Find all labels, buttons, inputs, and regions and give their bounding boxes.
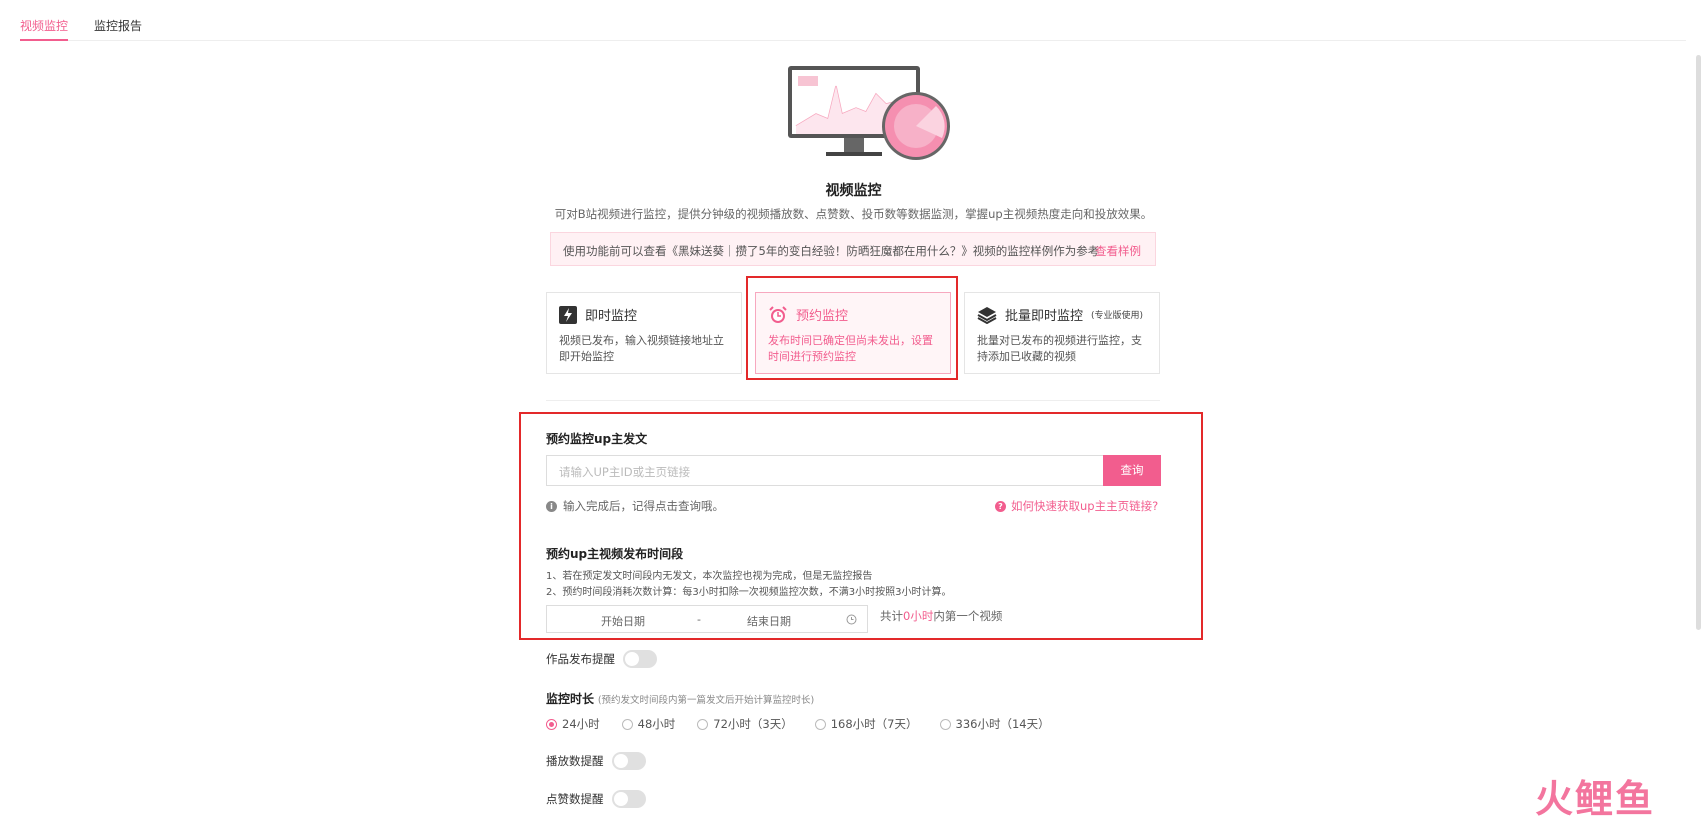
radio-label: 336小时（14天） [955,717,1050,731]
like-reminder-label: 点赞数提醒 [546,792,604,806]
rule-text-1: 1、若在预定发文时间段内无发文，本次监控也视为完成，但是无监控报告 [546,571,873,582]
radio-circle [697,718,709,730]
help-link[interactable]: ? 如何快速获取up主主页链接? [995,498,1158,514]
view-sample-link[interactable]: 查看样例 [1095,243,1141,259]
monitor-illustration [788,66,950,160]
page-description: 可对B站视频进行监控，提供分钟级的视频播放数、点赞数、投币数等数据监测，掌握up… [554,207,1153,221]
date-range-picker[interactable]: 开始日期 - 结束日期 [546,605,868,633]
notice-text: 使用功能前可以查看《黑妹送葵｜攒了5年的变白经验！防晒狂魔都在用什么？》视频的监… [563,244,1100,258]
clock-icon [846,614,857,625]
duration-label: 监控时长 [546,692,595,706]
play-reminder-row: 播放数提醒 [546,752,646,770]
mode-subtitle-batch: (专业版使用) [1091,311,1144,321]
publish-reminder-row: 作品发布提醒 [546,650,657,668]
publish-reminder-toggle[interactable] [623,650,657,668]
duration-note: (预约发文时间段内第一篇发文后开始计算监控时长) [597,695,815,706]
radio-circle [939,718,951,730]
radio-label: 168小时（7天） [830,717,918,731]
play-reminder-label: 播放数提醒 [546,754,604,768]
question-icon: ? [995,500,1006,512]
radio-circle [814,718,826,730]
scrollbar[interactable] [1696,55,1701,630]
mode-card-instant[interactable]: 即时监控 视频已发布，输入视频链接地址立即开始监控 [546,292,742,374]
end-date[interactable]: 结束日期 [747,613,791,629]
range-separator: - [697,613,701,626]
duration-options: 24小时 48小时 72小时（3天） 168小时（7天） 336小时（14天） [546,716,1072,732]
radio-label: 72小时（3天） [713,717,793,731]
up-input-label: 预约监控up主发文 [546,432,648,446]
notice-banner: 使用功能前可以查看《黑妹送葵｜攒了5年的变白经验！防晒狂魔都在用什么？》视频的监… [550,232,1156,266]
like-reminder-row: 点赞数提醒 [546,790,646,808]
radio-label: 48小时 [637,717,676,731]
help-link-text: 如何快速获取up主主页链接? [1011,499,1159,513]
duration-option-168h[interactable]: 168小时（7天） [814,716,918,732]
tab-monitor-report[interactable]: 监控报告 [94,17,142,34]
duration-label-row: 监控时长 (预约发文时间段内第一篇发文后开始计算监控时长) [546,690,814,707]
info-icon: i [546,500,557,512]
mode-title-batch: 批量即时监控 [1005,309,1084,324]
lightning-icon [559,305,577,324]
page-title: 视频监控 [825,183,882,199]
play-reminder-toggle[interactable] [611,752,646,770]
mode-desc-instant: 视频已发布，输入视频链接地址立即开始监控 [559,334,724,363]
duration-option-72h[interactable]: 72小时（3天） [697,716,793,732]
layers-icon [977,306,997,324]
tab-video-monitor[interactable]: 视频监控 [20,17,69,41]
radio-circle [621,718,633,730]
radio-circle [546,718,557,730]
radio-label: 24小时 [562,717,600,731]
query-button[interactable]: 查询 [1103,455,1161,486]
duration-option-48h[interactable]: 48小时 [621,716,676,732]
publish-reminder-label: 作品发布提醒 [546,652,615,666]
input-hint: i 输入完成后，记得点击查询哦。 [546,498,724,514]
like-reminder-toggle[interactable] [611,790,646,808]
up-input-placeholder: 请输入UP主ID或主页链接 [559,465,691,479]
mode-title-instant: 即时监控 [585,309,638,324]
input-hint-text: 输入完成后，记得点击查询哦。 [563,499,724,513]
duration-option-24h[interactable]: 24小时 [546,716,600,732]
start-date[interactable]: 开始日期 [601,613,645,629]
period-label: 预约up主视频发布时间段 [546,547,684,561]
tab-bar: 视频监控 监控报告 [20,0,1686,41]
time-count: 共计0小时内第一个视频 [880,608,1002,624]
watermark-logo: 火鲤鱼 [1535,777,1656,821]
rule-text-2: 2、预约时间段消耗次数计算：每3小时扣除一次视频监控次数，不满3小时按照3小时计… [546,587,952,598]
mode-card-batch[interactable]: 批量即时监控 (专业版使用) 批量对已发布的视频进行监控，支持添加已收藏的视频 [964,292,1160,374]
count-prefix: 共计 [880,609,903,623]
up-id-input[interactable]: 请输入UP主ID或主页链接 [546,455,1104,486]
count-suffix: 内第一个视频 [933,609,1003,623]
divider [546,400,1160,401]
duration-option-336h[interactable]: 336小时（14天） [939,716,1050,732]
count-value: 0小时 [903,609,934,623]
highlight-box-mode [746,276,958,380]
mode-desc-batch: 批量对已发布的视频进行监控，支持添加已收藏的视频 [977,334,1142,363]
